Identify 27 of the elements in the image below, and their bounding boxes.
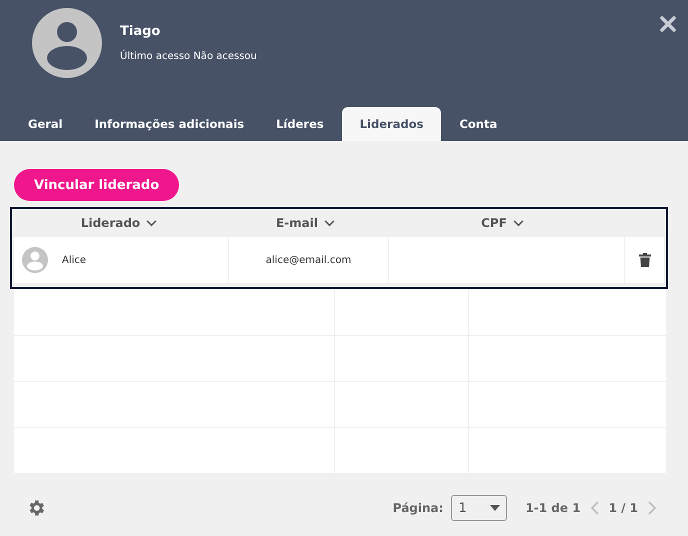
- leader-name: Alice: [62, 254, 86, 266]
- page-select[interactable]: 1: [451, 495, 508, 521]
- column-header[interactable]: CPF: [385, 209, 620, 237]
- tab[interactable]: Geral: [14, 107, 77, 141]
- tab[interactable]: Liderados: [342, 107, 442, 141]
- range-text: 1-1 de 1: [525, 501, 581, 515]
- user-name: Tiago: [120, 24, 162, 39]
- trash-icon: [638, 253, 650, 267]
- last-access-text: Último acesso Não acessou: [120, 51, 257, 62]
- tab[interactable]: Conta: [445, 107, 512, 141]
- page-count: 1 / 1: [608, 501, 638, 515]
- column-header[interactable]: E-mail: [226, 209, 385, 237]
- close-icon: [660, 16, 676, 32]
- close-button[interactable]: [658, 14, 678, 34]
- page-label: Página:: [392, 501, 444, 515]
- caret-icon: [490, 505, 500, 511]
- avatar-icon: [22, 247, 48, 273]
- tab[interactable]: Informações adicionais: [80, 107, 258, 141]
- chevron-down-icon: [324, 220, 335, 226]
- avatar-icon: [32, 8, 102, 78]
- chevron-down-icon: [512, 220, 524, 226]
- table-cell: alice@email.com: [229, 237, 388, 283]
- delete-button[interactable]: [636, 251, 652, 269]
- column-header[interactable]: Liderado: [12, 209, 226, 237]
- link-button[interactable]: Vincular liderado: [14, 169, 180, 201]
- tab[interactable]: Líderes: [262, 107, 338, 141]
- chevron-down-icon: [146, 220, 158, 226]
